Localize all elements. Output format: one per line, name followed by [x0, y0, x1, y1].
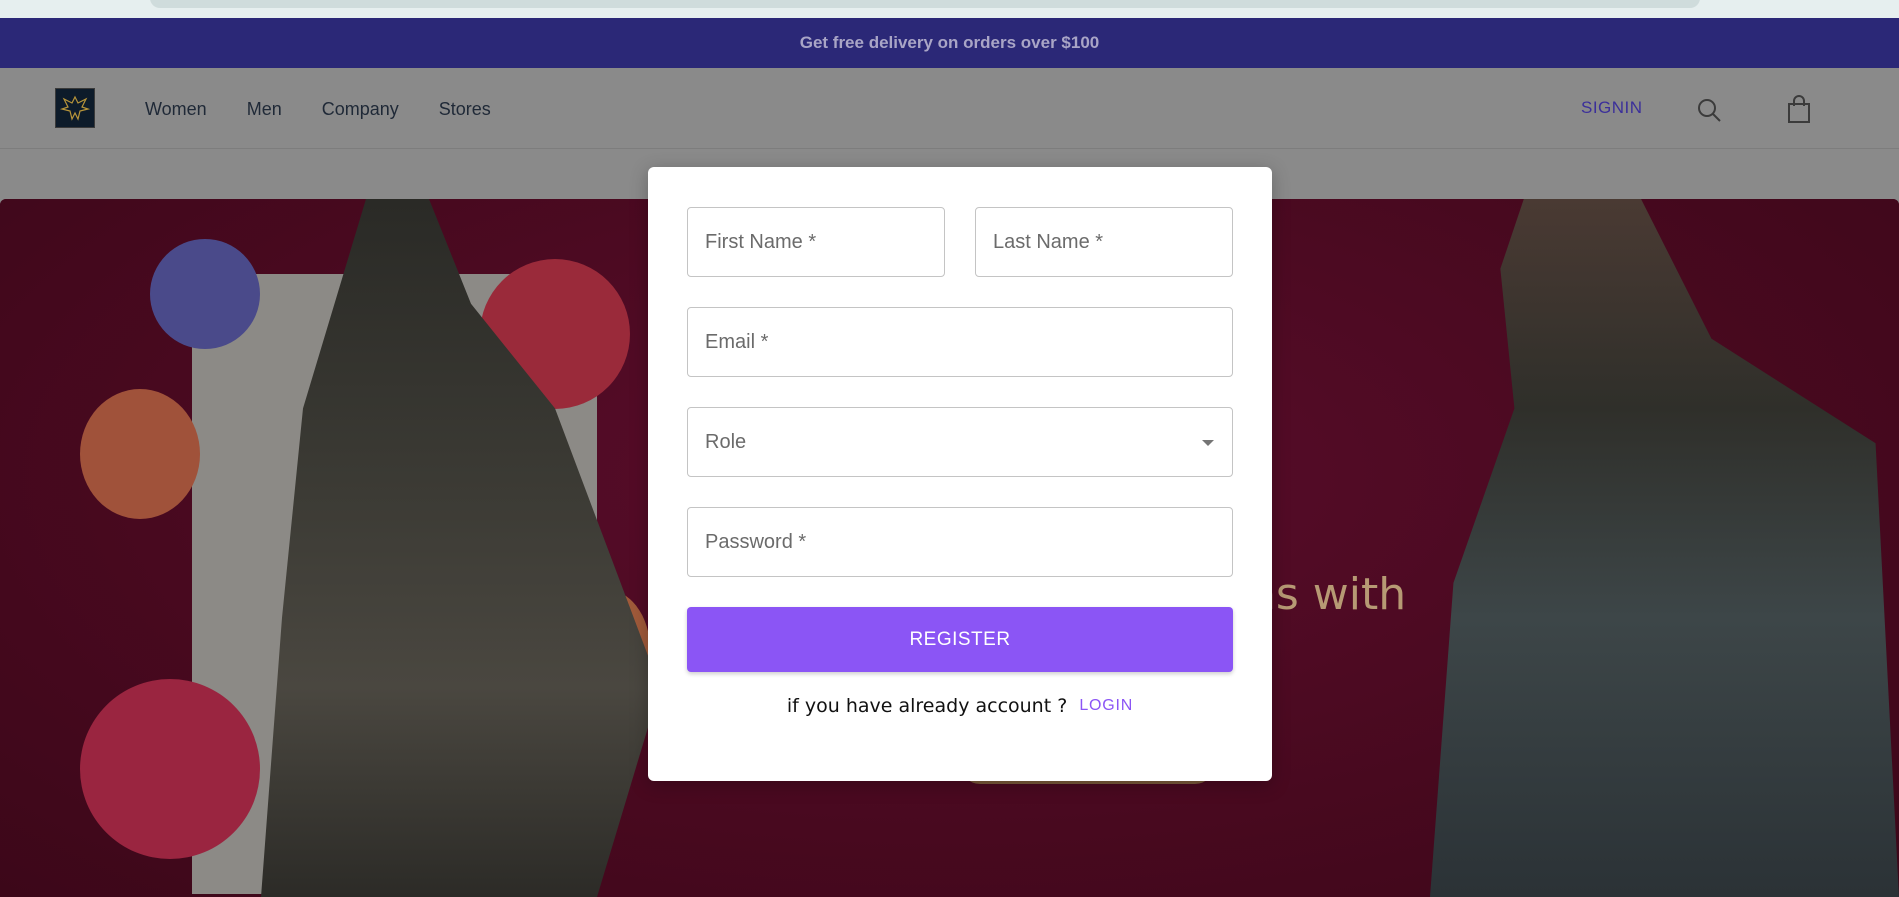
- navbar: Women Men Company Stores SIGNIN: [0, 68, 1899, 149]
- nav-link-stores[interactable]: Stores: [439, 99, 491, 120]
- role-placeholder: Role: [705, 430, 747, 453]
- flower-decoration: [80, 389, 200, 519]
- password-field[interactable]: Password *: [687, 507, 1233, 577]
- promo-text: Get free delivery on orders over $100: [799, 33, 1100, 52]
- eagle-logo-icon: [59, 95, 91, 121]
- flower-decoration: [150, 239, 260, 349]
- password-placeholder: Password *: [705, 530, 807, 553]
- browser-top-strip: [0, 0, 1899, 18]
- first-name-field[interactable]: First Name *: [687, 207, 945, 277]
- account-question: if you have already account ?: [786, 695, 1068, 717]
- nav-links: Women Men Company Stores: [145, 99, 531, 120]
- register-button[interactable]: REGISTER: [687, 607, 1233, 672]
- email-placeholder: Email *: [705, 330, 769, 353]
- email-field[interactable]: Email *: [687, 307, 1233, 377]
- nav-link-company[interactable]: Company: [322, 99, 399, 120]
- nav-link-women[interactable]: Women: [145, 99, 207, 120]
- flower-decoration: [80, 679, 260, 859]
- register-modal: First Name * Last Name * Email * Role Pa…: [648, 167, 1272, 781]
- address-bar: [150, 0, 1700, 8]
- last-name-field[interactable]: Last Name *: [975, 207, 1233, 277]
- role-select[interactable]: Role: [687, 407, 1233, 477]
- shopping-bag-icon[interactable]: [1785, 94, 1813, 124]
- last-name-placeholder: Last Name *: [993, 230, 1104, 253]
- promo-banner: Get free delivery on orders over $100: [0, 18, 1899, 68]
- nav-link-men[interactable]: Men: [247, 99, 282, 120]
- search-icon[interactable]: [1695, 96, 1723, 124]
- login-prompt: if you have already account ? LOGIN: [648, 695, 1272, 717]
- login-link[interactable]: LOGIN: [1079, 697, 1133, 715]
- first-name-placeholder: First Name *: [705, 230, 817, 253]
- signin-link[interactable]: SIGNIN: [1581, 98, 1643, 118]
- dropdown-arrow-icon: [1202, 440, 1214, 446]
- logo[interactable]: [55, 88, 95, 128]
